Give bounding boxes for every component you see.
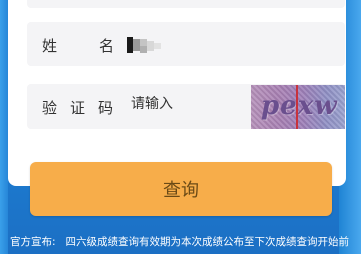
name-field[interactable]: 姓名 <box>27 22 345 66</box>
notice-prefix: 官方宣布: <box>10 236 56 248</box>
captcha-input[interactable] <box>131 96 241 112</box>
top-input-field[interactable] <box>27 0 345 8</box>
query-button[interactable]: 查询 <box>30 162 332 216</box>
name-label: 姓名 <box>42 35 114 56</box>
captcha-image-text: pexw <box>261 91 338 121</box>
captcha-image[interactable]: pexw <box>251 85 345 129</box>
name-label-char: 名 <box>99 37 115 55</box>
official-notice: 官方宣布: 四六级成绩查询有效期为本次成绩公布至下次成绩查询开始前 <box>10 234 361 249</box>
query-form-card: 姓名 验证码 pexw <box>8 0 346 186</box>
captcha-field: 验证码 pexw <box>27 84 345 129</box>
name-label-char: 姓 <box>42 37 58 55</box>
notice-text: 四六级成绩查询有效期为本次成绩公布至下次成绩查询开始前 <box>65 236 350 248</box>
captcha-noise-line <box>296 85 298 129</box>
captcha-label-char: 验 <box>42 99 58 117</box>
captcha-label-char: 证 <box>70 99 86 117</box>
captcha-label: 验证码 <box>42 97 113 118</box>
captcha-label-char: 码 <box>98 99 114 117</box>
name-value-redacted <box>127 37 175 53</box>
background-left-strip <box>0 0 8 254</box>
